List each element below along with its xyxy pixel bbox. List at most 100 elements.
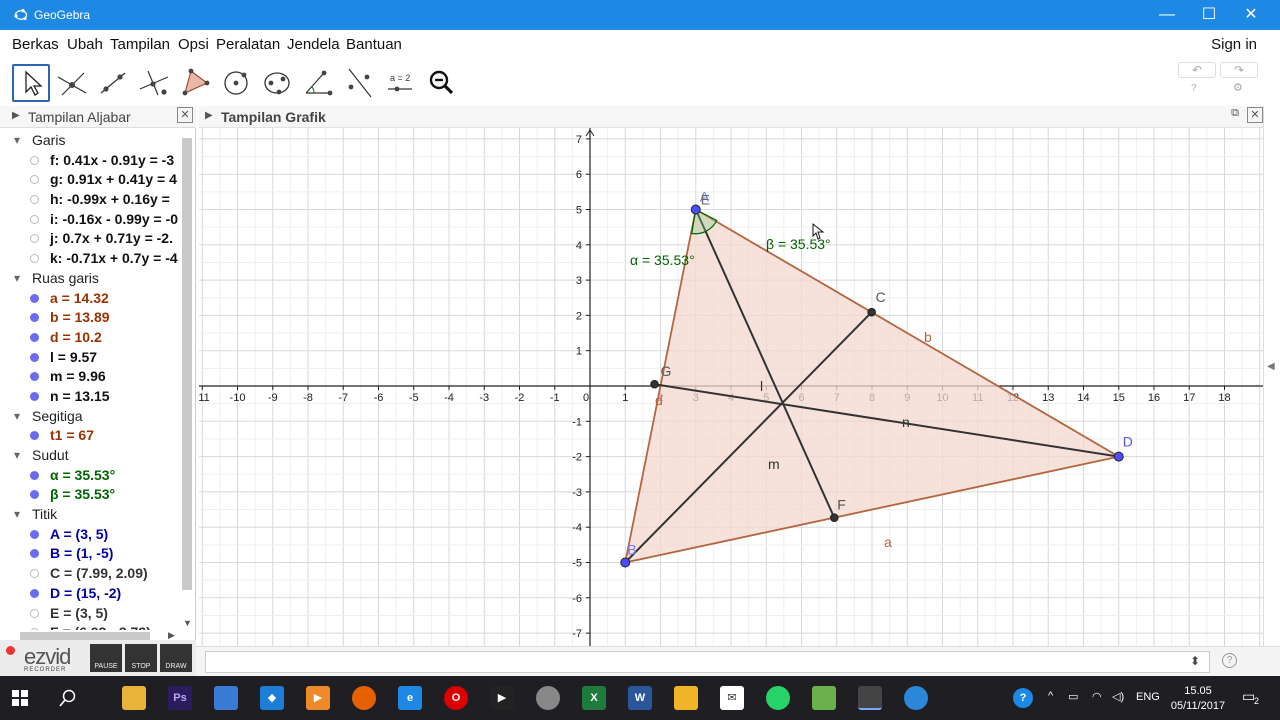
network-app-icon[interactable] (904, 686, 928, 710)
algebra-group-header[interactable]: ▾ Sudut (0, 445, 180, 465)
algebra-item[interactable]: A = (3, 5) (0, 524, 180, 544)
circle-tool-button[interactable] (217, 64, 255, 102)
battery-icon[interactable]: ▭ (1068, 690, 1078, 703)
chart-app-icon[interactable] (812, 686, 836, 710)
algebra-item[interactable]: F = (6.93, -3.73) (0, 622, 180, 630)
visibility-on-icon[interactable] (30, 549, 39, 559)
algebra-group-header[interactable]: ▾ Titik (0, 504, 180, 524)
input-help-icon[interactable]: ? (1222, 653, 1237, 668)
visibility-on-icon[interactable] (30, 313, 39, 323)
algebra-item[interactable]: b = 13.89 (0, 307, 180, 327)
app-icon[interactable] (536, 686, 560, 710)
tray-chevron-icon[interactable]: ^ (1048, 690, 1053, 702)
perpendicular-tool-button[interactable] (135, 64, 173, 102)
algebra-close-icon[interactable]: ✕ (177, 107, 193, 123)
scrollbar-thumb[interactable] (182, 138, 192, 590)
algebra-item[interactable]: f: 0.41x - 0.91y = -3 (0, 150, 180, 170)
visibility-off-icon[interactable] (30, 175, 39, 185)
taskbar-clock[interactable]: 15.05 05/11/2017 (1168, 684, 1228, 714)
input-dropdown-icon[interactable]: ⬍ (1190, 654, 1200, 668)
menu-jendela[interactable]: Jendela (287, 36, 340, 53)
collapse-icon[interactable]: ▾ (14, 406, 20, 426)
algebra-item[interactable]: l = 9.57 (0, 347, 180, 367)
media-player-icon[interactable]: ▶ (306, 686, 330, 710)
visibility-on-icon[interactable] (30, 332, 39, 342)
collapse-icon[interactable]: ▾ (14, 445, 20, 465)
photoshop-icon[interactable]: Ps (168, 686, 192, 710)
algebra-item[interactable]: m = 9.96 (0, 366, 180, 386)
visibility-off-icon[interactable] (30, 214, 39, 224)
visibility-on-icon[interactable] (30, 431, 39, 441)
visibility-on-icon[interactable] (30, 293, 39, 303)
collapse-icon[interactable]: ▾ (14, 504, 20, 524)
word-icon[interactable]: W (628, 686, 652, 710)
undock-icon[interactable]: ⧉ (1231, 107, 1239, 120)
video-editor-icon[interactable]: ▶ (490, 686, 514, 710)
visibility-on-icon[interactable] (30, 352, 39, 362)
graphics-canvas[interactable]: -11-10-9-8-7-6-5-4-3-2-10123456789101112… (199, 128, 1263, 646)
menu-opsi[interactable]: Opsi (178, 36, 209, 53)
scroll-down-icon[interactable]: ▼ (183, 618, 192, 628)
visibility-on-icon[interactable] (30, 588, 39, 598)
menu-ubah[interactable]: Ubah (67, 36, 103, 53)
expand-triangle-icon[interactable]: ▶ (12, 110, 20, 121)
visibility-on-icon[interactable] (30, 470, 39, 480)
language-indicator[interactable]: ENG (1136, 691, 1160, 703)
file-explorer-icon[interactable] (122, 686, 146, 710)
wifi-icon[interactable]: ◠ (1092, 690, 1102, 703)
sign-in-link[interactable]: Sign in (1211, 36, 1257, 53)
algebra-item[interactable]: a = 14.32 (0, 288, 180, 308)
visibility-off-icon[interactable] (30, 155, 39, 165)
graphics-close-icon[interactable]: ✕ (1247, 107, 1263, 123)
algebra-item[interactable]: h: -0.99x + 0.16y = (0, 189, 180, 209)
collapse-icon[interactable]: ▾ (14, 130, 20, 150)
algebra-item[interactable]: i: -0.16x - 0.99y = -0 (0, 209, 180, 229)
collapse-icon[interactable]: ▾ (14, 268, 20, 288)
slider-tool-button[interactable]: a = 2 (381, 64, 419, 102)
visibility-off-icon[interactable] (30, 234, 39, 244)
algebra-item[interactable]: n = 13.15 (0, 386, 180, 406)
algebra-vertical-scrollbar[interactable]: ▼ (181, 130, 193, 640)
algebra-item[interactable]: t1 = 67 (0, 425, 180, 445)
mail-icon[interactable]: ✉ (720, 686, 744, 710)
collapse-arrow-icon[interactable]: ◀ (1267, 361, 1275, 372)
firefox-icon[interactable] (352, 686, 376, 710)
visibility-on-icon[interactable] (30, 529, 39, 539)
expand-triangle-icon[interactable]: ▶ (205, 110, 213, 121)
menu-berkas[interactable]: Berkas (12, 36, 59, 53)
algebra-group-header[interactable]: ▾ Segitiga (0, 406, 180, 426)
minimize-button[interactable]: — (1144, 0, 1190, 30)
algebra-item[interactable]: g: 0.91x + 0.41y = 4 (0, 169, 180, 189)
visibility-off-icon[interactable] (30, 569, 39, 579)
help-tray-icon[interactable]: ? (1013, 688, 1033, 708)
store-icon[interactable] (214, 686, 238, 710)
excel-icon[interactable]: X (582, 686, 606, 710)
algebra-item[interactable]: j: 0.7x + 0.71y = -2. (0, 228, 180, 248)
zoom-tool-button[interactable] (422, 64, 460, 102)
opera-icon[interactable]: O (444, 686, 468, 710)
algebra-item[interactable]: β = 35.53° (0, 484, 180, 504)
algebra-item[interactable]: D = (15, -2) (0, 583, 180, 603)
search-icon[interactable] (59, 689, 77, 707)
pencil-app-icon[interactable] (674, 686, 698, 710)
stop-button[interactable]: STOP (125, 644, 157, 672)
visibility-off-icon[interactable] (30, 608, 39, 618)
undo-button[interactable]: ↶ (1178, 62, 1216, 78)
close-button[interactable]: ✕ (1228, 0, 1274, 30)
visibility-on-icon[interactable] (30, 391, 39, 401)
geogebra-taskbar-icon[interactable] (858, 686, 882, 710)
input-field[interactable] (205, 651, 1210, 673)
whatsapp-icon[interactable] (766, 686, 790, 710)
algebra-item[interactable]: C = (7.99, 2.09) (0, 563, 180, 583)
conic-tool-button[interactable] (258, 64, 296, 102)
menu-peralatan[interactable]: Peralatan (216, 36, 280, 53)
draw-button[interactable]: DRAW (160, 644, 192, 672)
menu-tampilan[interactable]: Tampilan (110, 36, 170, 53)
menu-bantuan[interactable]: Bantuan (346, 36, 402, 53)
pause-button[interactable]: PAUSE (90, 644, 122, 672)
algebra-item[interactable]: α = 35.53° (0, 465, 180, 485)
angle-tool-button[interactable] (299, 64, 337, 102)
algebra-item[interactable]: E = (3, 5) (0, 603, 180, 623)
settings-icon[interactable]: ⚙ (1233, 81, 1243, 94)
algebra-item[interactable]: B = (1, -5) (0, 543, 180, 563)
